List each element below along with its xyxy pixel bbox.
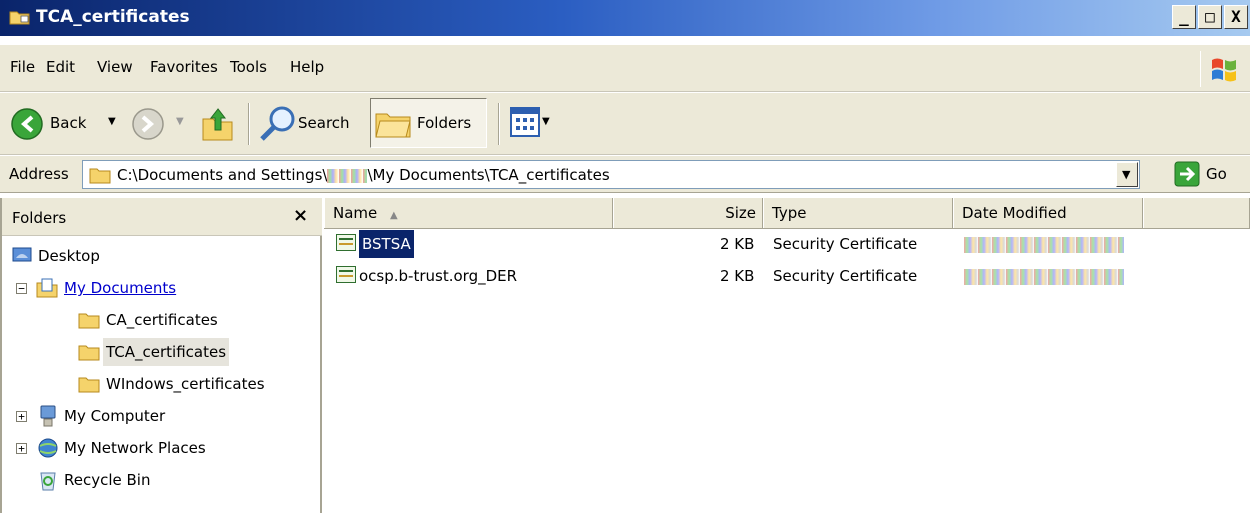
redacted-username	[327, 168, 368, 183]
tree-label: My Computer	[64, 407, 166, 425]
search-icon[interactable]	[258, 105, 298, 143]
file-size: 2 KB	[720, 267, 755, 285]
window-title: TCA_certificates	[36, 7, 190, 27]
back-button[interactable]: Back	[50, 114, 86, 132]
network-places-icon	[38, 438, 58, 458]
column-header-type[interactable]: Type	[763, 198, 953, 228]
desktop-icon	[12, 247, 32, 262]
chevron-down-icon: ▼	[1122, 168, 1131, 181]
my-documents-icon	[36, 278, 58, 298]
menu-edit[interactable]: Edit	[46, 58, 75, 76]
folder-icon	[89, 168, 111, 184]
back-dropdown-icon[interactable]: ▼	[108, 116, 116, 127]
tree-item-windows-certificates[interactable]: WIndows_certificates	[2, 370, 322, 398]
column-header-date-modified[interactable]: Date Modified	[953, 198, 1143, 228]
up-folder-icon[interactable]	[200, 105, 236, 143]
column-header-size[interactable]: Size	[613, 198, 763, 228]
file-type: Security Certificate	[773, 235, 918, 253]
close-icon[interactable]: ×	[293, 205, 308, 226]
back-arrow-icon[interactable]	[10, 107, 44, 141]
views-icon[interactable]	[510, 107, 540, 137]
address-bar: Address C:\Documents and Settings\ \My Do…	[0, 156, 1250, 193]
tree-item-my-documents[interactable]: − My Documents	[2, 274, 322, 302]
my-computer-icon	[40, 405, 56, 427]
toolbar-separator	[498, 103, 500, 145]
folder-icon	[78, 345, 100, 361]
column-header-empty	[1143, 198, 1250, 228]
address-label: Address	[9, 165, 69, 183]
tree-label: Desktop	[38, 247, 100, 265]
windows-logo-icon	[1200, 51, 1242, 87]
tree-item-my-computer[interactable]: + My Computer	[2, 402, 322, 430]
tree-item-ca-certificates[interactable]: CA_certificates	[2, 306, 322, 334]
tree-label: WIndows_certificates	[106, 375, 265, 393]
file-row[interactable]: ocsp.b-trust.org_DER 2 KB Security Certi…	[324, 262, 1250, 290]
folders-label: Folders	[417, 114, 472, 132]
list-header: Name ▲ Size Type Date Modified	[324, 198, 1250, 229]
folder-icon	[9, 11, 30, 25]
file-size: 2 KB	[720, 235, 755, 253]
certificate-icon	[336, 266, 356, 283]
folders-pane-title: Folders	[12, 209, 67, 227]
tree-label: TCA_certificates	[103, 338, 230, 366]
redacted-date	[964, 237, 1124, 253]
folders-pane: Folders × Desktop − My Documents CA_cert…	[0, 198, 322, 513]
folder-icon	[78, 313, 100, 329]
file-name: ocsp.b-trust.org_DER	[359, 267, 518, 285]
folders-icon	[375, 113, 411, 138]
menu-tools[interactable]: Tools	[230, 58, 267, 76]
redacted-date	[964, 269, 1124, 285]
tree-item-tca-certificates[interactable]: TCA_certificates	[2, 338, 322, 366]
toolbar-separator	[248, 103, 250, 145]
close-button[interactable]: X	[1224, 5, 1248, 29]
tree-label: Recycle Bin	[64, 471, 151, 489]
expand-toggle[interactable]: +	[16, 443, 27, 454]
expand-toggle[interactable]: +	[16, 411, 27, 422]
menu-help[interactable]: Help	[290, 58, 324, 76]
tree-label: My Documents	[64, 279, 177, 297]
go-button[interactable]: Go	[1206, 165, 1227, 183]
forward-arrow-icon[interactable]	[131, 107, 165, 141]
search-button[interactable]: Search	[298, 114, 350, 132]
maximize-button[interactable]: □	[1198, 5, 1222, 29]
sort-ascending-icon: ▲	[390, 210, 398, 221]
folders-button[interactable]: Folders	[370, 98, 487, 148]
minimize-button[interactable]: _	[1172, 5, 1196, 29]
tree-label: CA_certificates	[106, 311, 218, 329]
file-list: Name ▲ Size Type Date Modified BSTSA 2 K…	[324, 198, 1250, 513]
address-dropdown-button[interactable]: ▼	[1116, 162, 1138, 187]
title-bar[interactable]: TCA_certificates _ □ X	[0, 0, 1250, 36]
recycle-bin-icon	[40, 472, 56, 491]
address-path: C:\Documents and Settings\ \My Documents\…	[117, 166, 610, 184]
certificate-icon	[336, 234, 356, 251]
folder-icon	[78, 377, 100, 393]
menu-favorites[interactable]: Favorites	[150, 58, 218, 76]
go-arrow-icon[interactable]	[1174, 161, 1200, 187]
file-name: BSTSA	[359, 230, 414, 258]
forward-dropdown-icon[interactable]: ▼	[176, 116, 184, 127]
menu-view[interactable]: View	[97, 58, 133, 76]
tree-item-my-network-places[interactable]: + My Network Places	[2, 434, 322, 462]
tree-item-recycle-bin[interactable]: Recycle Bin	[2, 466, 322, 494]
views-dropdown-icon[interactable]: ▼	[542, 116, 550, 127]
column-header-name[interactable]: Name ▲	[324, 198, 613, 228]
menu-bar: File Edit View Favorites Tools Help	[0, 45, 1250, 92]
standard-toolbar: Back ▼ ▼ Search Folders ▼	[0, 93, 1250, 155]
collapse-toggle[interactable]: −	[16, 283, 27, 294]
tree-label: My Network Places	[64, 439, 206, 457]
file-type: Security Certificate	[773, 267, 918, 285]
folders-pane-header: Folders ×	[2, 198, 322, 236]
file-row[interactable]: BSTSA 2 KB Security Certificate	[324, 230, 1250, 258]
menu-file[interactable]: File	[10, 58, 35, 76]
address-input[interactable]: C:\Documents and Settings\ \My Documents\…	[82, 160, 1140, 189]
tree-item-desktop[interactable]: Desktop	[2, 242, 322, 270]
